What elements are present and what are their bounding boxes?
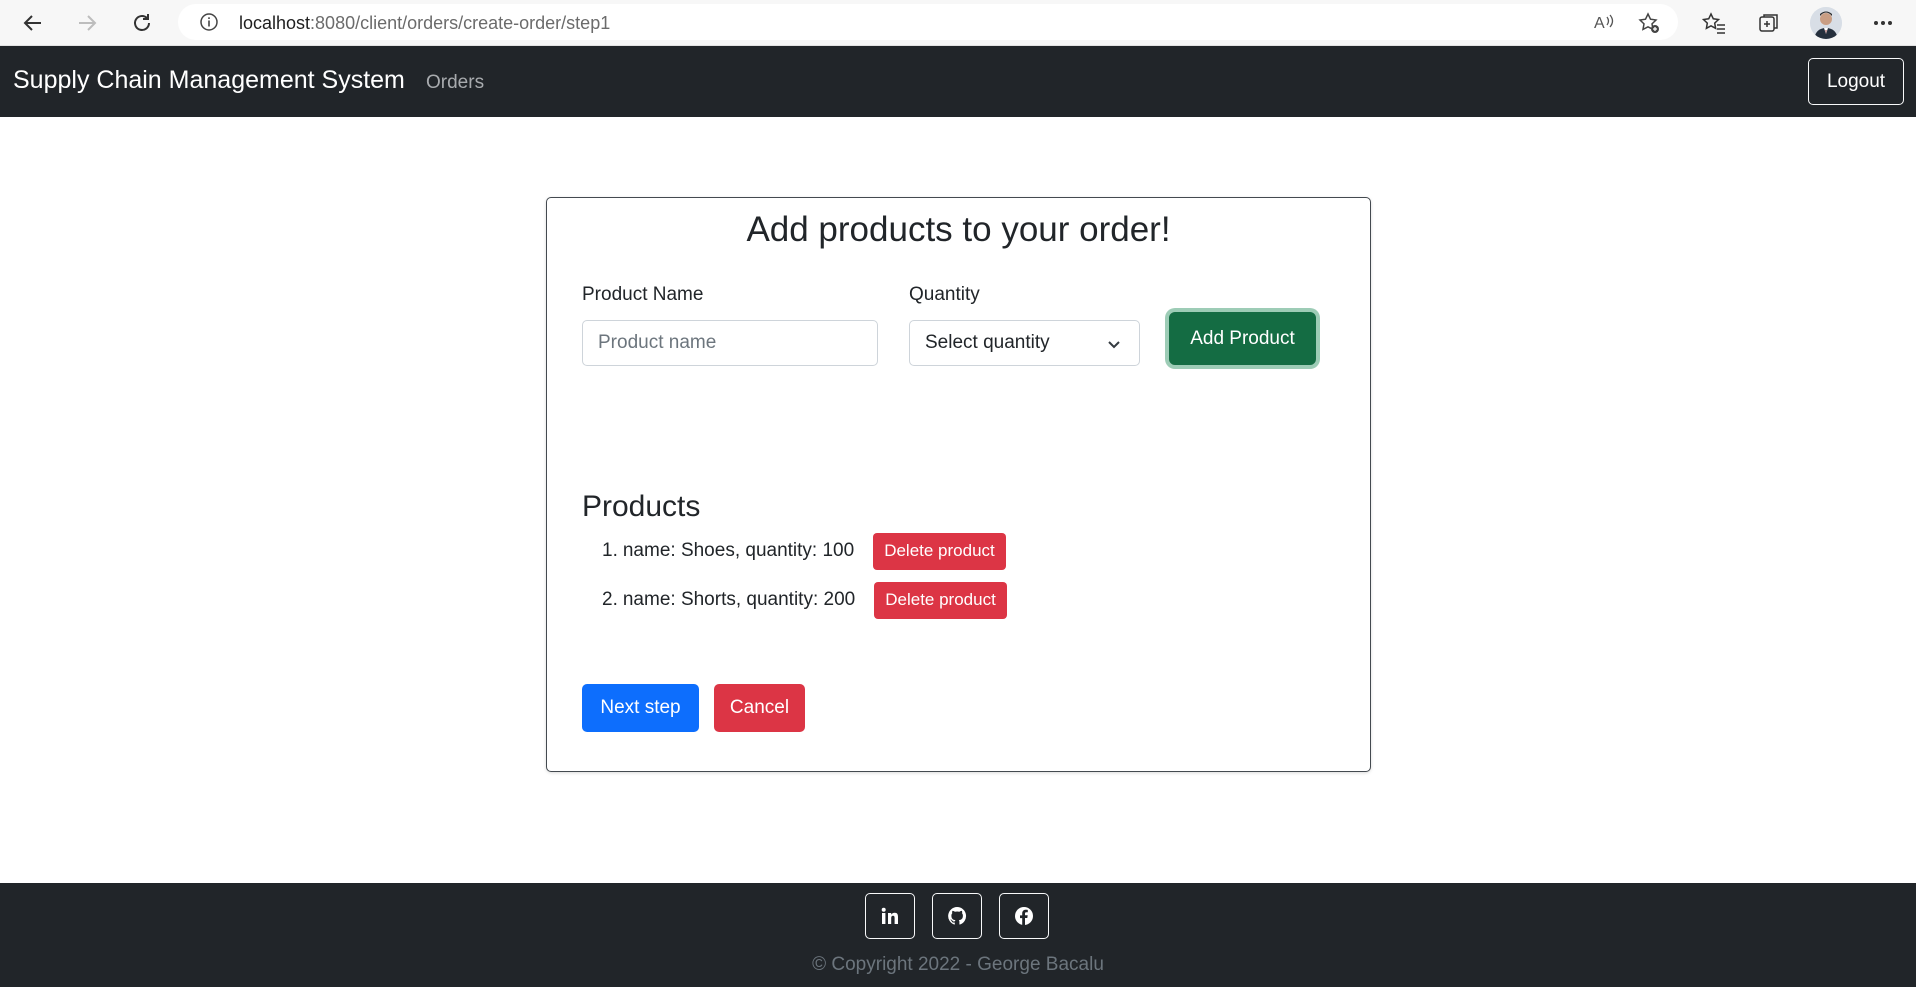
quantity-select-value: Select quantity bbox=[925, 332, 1050, 353]
add-products-card: Add products to your order! Product Name… bbox=[546, 197, 1371, 772]
products-heading: Products bbox=[582, 490, 701, 523]
read-aloud-icon[interactable]: A bbox=[1594, 12, 1616, 37]
favorites-button[interactable] bbox=[1697, 6, 1731, 40]
github-button[interactable] bbox=[932, 893, 982, 939]
linkedin-icon bbox=[881, 907, 898, 924]
collections-icon bbox=[1759, 14, 1778, 32]
github-icon bbox=[948, 906, 967, 925]
add-product-button[interactable]: Add Product bbox=[1169, 312, 1316, 365]
brand-title[interactable]: Supply Chain Management System bbox=[13, 66, 405, 95]
chevron-down-icon bbox=[1107, 336, 1121, 358]
quantity-select[interactable]: Select quantity bbox=[909, 320, 1140, 366]
forward-button[interactable] bbox=[70, 6, 104, 40]
url-text[interactable]: localhost:8080/client/orders/create-orde… bbox=[239, 13, 610, 34]
more-button[interactable] bbox=[1866, 6, 1900, 40]
collections-button[interactable] bbox=[1752, 6, 1786, 40]
url-host: localhost bbox=[239, 13, 311, 33]
delete-product-button[interactable]: Delete product bbox=[873, 532, 1006, 570]
page-title: Add products to your order! bbox=[746, 210, 1171, 249]
svg-text:A: A bbox=[1594, 15, 1605, 32]
linkedin-button[interactable] bbox=[865, 893, 915, 939]
back-icon bbox=[23, 15, 41, 31]
address-bar[interactable]: localhost:8080/client/orders/create-orde… bbox=[178, 4, 1678, 40]
product-item-index: 2. bbox=[602, 589, 618, 610]
list-item: 2. name: Shorts, quantity: 200 Delete pr… bbox=[602, 581, 1007, 619]
more-icon bbox=[1874, 21, 1892, 25]
url-path: :8080/client/orders/create-order/step1 bbox=[310, 13, 611, 33]
reload-button[interactable] bbox=[125, 6, 159, 40]
product-item-index: 1. bbox=[602, 540, 618, 561]
add-favorite-icon[interactable] bbox=[1638, 12, 1660, 39]
logout-button[interactable]: Logout bbox=[1808, 58, 1904, 105]
product-name-label: Product Name bbox=[582, 284, 704, 305]
footer: © Copyright 2022 - George Bacalu bbox=[0, 883, 1916, 987]
product-name-input[interactable] bbox=[582, 320, 878, 366]
facebook-button[interactable] bbox=[999, 893, 1049, 939]
profile-avatar[interactable] bbox=[1810, 7, 1842, 39]
forward-icon bbox=[79, 15, 97, 31]
quantity-label: Quantity bbox=[909, 284, 980, 305]
favorites-icon bbox=[1702, 12, 1725, 34]
delete-product-button[interactable]: Delete product bbox=[874, 581, 1007, 619]
back-button[interactable] bbox=[16, 6, 50, 40]
next-step-button[interactable]: Next step bbox=[582, 684, 699, 732]
cancel-button[interactable]: Cancel bbox=[714, 684, 805, 732]
product-item-text: name: Shoes, quantity: 100 bbox=[622, 540, 855, 561]
list-item: 1. name: Shoes, quantity: 100 Delete pro… bbox=[602, 532, 1006, 570]
product-item-text: name: Shorts, quantity: 200 bbox=[622, 589, 856, 610]
info-icon[interactable] bbox=[200, 13, 218, 36]
facebook-icon bbox=[1015, 907, 1033, 925]
nav-link-orders[interactable]: Orders bbox=[426, 72, 484, 94]
app-navbar: Supply Chain Management System Orders Lo… bbox=[0, 46, 1916, 117]
browser-toolbar: localhost:8080/client/orders/create-orde… bbox=[0, 0, 1916, 46]
reload-icon bbox=[134, 14, 150, 31]
copyright-text: © Copyright 2022 - George Bacalu bbox=[812, 954, 1104, 975]
